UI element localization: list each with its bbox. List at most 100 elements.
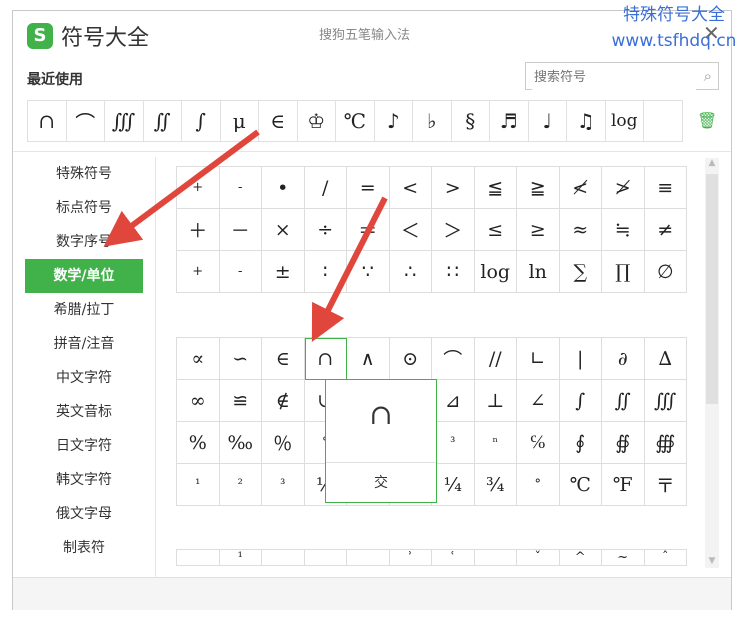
recent-symbol[interactable]: §	[452, 101, 490, 141]
symbol-cell[interactable]: ≧	[517, 167, 560, 209]
trash-icon[interactable]: 🗑	[697, 111, 717, 130]
symbol-cell[interactable]: ʾ	[389, 550, 432, 566]
symbol-cell[interactable]: ≮	[559, 167, 602, 209]
symbol-cell[interactable]: <	[389, 167, 432, 209]
symbol-cell[interactable]	[262, 550, 305, 566]
symbol-cell[interactable]: =	[347, 167, 390, 209]
symbol-cell[interactable]: ∈	[262, 338, 305, 380]
symbol-cell[interactable]: ≯	[602, 167, 645, 209]
symbol-cell[interactable]: ³	[262, 464, 305, 506]
sidebar-item[interactable]: 数字序号	[13, 225, 155, 259]
symbol-cell[interactable]: ＞	[432, 209, 475, 251]
sidebar-item[interactable]: 数学/单位	[25, 259, 143, 293]
sidebar-item[interactable]: 中文字符	[13, 361, 155, 395]
scrollbar[interactable]: ▲ ▼	[705, 158, 719, 568]
symbol-cell[interactable]: ∯	[602, 422, 645, 464]
symbol-cell[interactable]: ~	[602, 550, 645, 566]
symbol-cell[interactable]: ℃	[559, 464, 602, 506]
recent-symbol[interactable]: ♬	[490, 101, 529, 141]
symbol-cell[interactable]: °	[517, 464, 560, 506]
symbol-cell[interactable]: ∠	[517, 380, 560, 422]
symbol-cell[interactable]: 〒	[644, 464, 687, 506]
symbol-cell[interactable]: ∆	[644, 338, 687, 380]
sidebar-item[interactable]: 特殊符号	[13, 157, 155, 191]
symbol-cell[interactable]: ∞	[177, 380, 220, 422]
symbol-cell[interactable]: •	[262, 167, 305, 209]
symbol-cell[interactable]	[347, 550, 390, 566]
symbol-cell[interactable]: ±	[262, 251, 305, 293]
symbol-cell[interactable]: ≌	[219, 380, 262, 422]
recent-symbol[interactable]: ℃	[336, 101, 375, 141]
symbol-cell[interactable]: ∏	[602, 251, 645, 293]
recent-symbol[interactable]: ♪	[375, 101, 413, 141]
symbol-cell[interactable]: ∫	[559, 380, 602, 422]
sidebar-item[interactable]: 韩文字符	[13, 463, 155, 497]
recent-symbol[interactable]: ⌒	[67, 101, 105, 141]
symbol-cell[interactable]: ∵	[347, 251, 390, 293]
symbol-cell[interactable]: ∂	[602, 338, 645, 380]
symbol-cell[interactable]: ¼	[432, 464, 475, 506]
symbol-cell[interactable]: ∟	[517, 338, 560, 380]
symbol-cell[interactable]: ℉	[602, 464, 645, 506]
symbol-cell[interactable]: ∶	[304, 251, 347, 293]
symbol-cell[interactable]: ≠	[644, 209, 687, 251]
symbol-cell[interactable]: ∉	[262, 380, 305, 422]
symbol-cell[interactable]: ^	[559, 550, 602, 566]
symbol-cell[interactable]: ％	[262, 422, 305, 464]
recent-symbol[interactable]	[644, 101, 683, 141]
symbol-cell[interactable]: ⊿	[432, 380, 475, 422]
symbol-cell[interactable]: ℅	[517, 422, 560, 464]
symbol-cell[interactable]: ∮	[559, 422, 602, 464]
symbol-cell[interactable]: ˇ	[517, 550, 560, 566]
symbol-cell[interactable]: ≥	[517, 209, 560, 251]
symbol-cell[interactable]: ¹	[177, 464, 220, 506]
symbol-cell[interactable]: ≦	[474, 167, 517, 209]
search-box[interactable]: ⌕	[525, 62, 719, 90]
symbol-cell[interactable]: ∷	[432, 251, 475, 293]
scroll-thumb[interactable]	[706, 174, 718, 404]
symbol-cell[interactable]: +	[177, 167, 220, 209]
symbol-cell[interactable]: ‰	[219, 422, 262, 464]
symbol-cell[interactable]: ＝	[347, 209, 390, 251]
sidebar-item[interactable]: 希腊/拉丁	[13, 293, 155, 327]
symbol-cell[interactable]: ⊥	[474, 380, 517, 422]
symbol-cell[interactable]: ∝	[177, 338, 220, 380]
symbol-cell[interactable]: ʿ	[432, 550, 475, 566]
symbol-cell[interactable]: ≡	[644, 167, 687, 209]
search-icon[interactable]: ⌕	[704, 67, 712, 85]
recent-symbol[interactable]: log	[606, 101, 644, 141]
recent-symbol[interactable]: ∫	[182, 101, 221, 141]
symbol-cell[interactable]: ⊙	[389, 338, 432, 380]
recent-symbol[interactable]: ♩	[529, 101, 567, 141]
symbol-cell[interactable]: ³	[432, 422, 475, 464]
recent-symbol[interactable]: μ	[221, 101, 259, 141]
sidebar-item[interactable]: 拼音/注音	[13, 327, 155, 361]
sidebar-item[interactable]: 日文字符	[13, 429, 155, 463]
symbol-cell[interactable]: ∽	[219, 338, 262, 380]
recent-symbol[interactable]: ♫	[567, 101, 606, 141]
symbol-cell[interactable]: －	[219, 209, 262, 251]
scroll-up-icon[interactable]: ▲	[705, 158, 719, 170]
symbol-cell[interactable]: ¾	[474, 464, 517, 506]
symbol-cell[interactable]: ≒	[602, 209, 645, 251]
symbol-cell[interactable]: ¹	[219, 550, 262, 566]
symbol-cell[interactable]: ∧	[347, 338, 390, 380]
symbol-cell[interactable]: ⁿ	[474, 422, 517, 464]
symbol-cell[interactable]: ∬	[602, 380, 645, 422]
symbol-cell[interactable]: >	[432, 167, 475, 209]
symbol-cell[interactable]: ∑	[559, 251, 602, 293]
symbol-cell[interactable]: ×	[262, 209, 305, 251]
symbol-cell[interactable]: ∴	[389, 251, 432, 293]
symbol-cell[interactable]: -	[219, 167, 262, 209]
symbol-cell[interactable]: ≤	[474, 209, 517, 251]
symbol-cell[interactable]: ＋	[177, 209, 220, 251]
recent-symbol[interactable]: ♔	[298, 101, 336, 141]
sidebar-item[interactable]: 俄文字母	[13, 497, 155, 531]
symbol-cell[interactable]: ≈	[559, 209, 602, 251]
recent-symbol[interactable]: ♭	[413, 101, 452, 141]
symbol-cell[interactable]: |	[559, 338, 602, 380]
symbol-cell[interactable]: //	[474, 338, 517, 380]
symbol-cell[interactable]: ＜	[389, 209, 432, 251]
sidebar-item[interactable]: 制表符	[13, 531, 155, 565]
symbol-cell[interactable]	[474, 550, 517, 566]
